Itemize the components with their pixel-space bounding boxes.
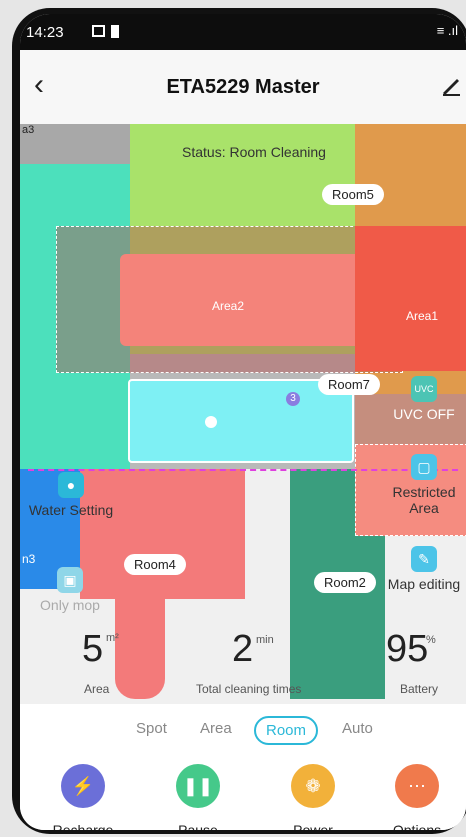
edit-icon[interactable] bbox=[440, 74, 462, 96]
uvc-icon: UVC bbox=[411, 376, 437, 402]
area-label: Area bbox=[84, 682, 110, 696]
only-mop-label: Only mop bbox=[40, 597, 100, 613]
fan-icon: ❁ bbox=[291, 764, 335, 808]
dock-check-icon bbox=[205, 416, 217, 428]
pause-label: Pause bbox=[178, 822, 218, 830]
uvc-label: UVC OFF bbox=[393, 406, 455, 422]
power-button[interactable]: ❁ Power bbox=[268, 764, 358, 830]
pause-icon: ❚❚ bbox=[176, 764, 220, 808]
status-time: 14:23 bbox=[26, 24, 64, 41]
uvc-button[interactable]: UVC UVC OFF bbox=[382, 376, 466, 422]
app-screen: 14:23 ≡ .ıl ‹ ETA5229 Master Area2 Area1 bbox=[20, 14, 466, 830]
cleaning-times-label: Total cleaning times bbox=[196, 682, 302, 696]
cleaning-status: Status: Room Cleaning bbox=[182, 144, 326, 160]
battery-icon bbox=[111, 25, 119, 38]
map-editing-label: Map editing bbox=[387, 576, 461, 592]
restricted-area-icon: ▢ bbox=[411, 454, 437, 480]
room4-lower bbox=[115, 599, 165, 699]
map-editing-button[interactable]: ✎ Map editing bbox=[382, 546, 466, 592]
restricted-area-button[interactable]: ▢ Restricted Area bbox=[382, 454, 466, 516]
area1-label: Area1 bbox=[406, 309, 439, 323]
room4-label[interactable]: Room4 bbox=[124, 554, 186, 575]
control-panel: Spot Area Room Auto ⚡ Recharge ❚❚ Pause … bbox=[20, 704, 466, 830]
recharge-label: Recharge bbox=[52, 822, 114, 830]
cleaning-map[interactable]: Area2 Area1 3 Status: Room Cleaning a3 n… bbox=[20, 124, 466, 704]
room3-mid-label: n3 bbox=[22, 552, 36, 566]
battery-label: Battery bbox=[400, 682, 439, 696]
map-edit-icon: ✎ bbox=[411, 546, 437, 572]
mop-icon: ▣ bbox=[57, 567, 83, 593]
signal-icon: ≡ .ıl bbox=[436, 23, 458, 38]
options-button[interactable]: ⋯ Options bbox=[372, 764, 462, 830]
water-setting-button[interactable]: ● Water Setting bbox=[20, 472, 126, 518]
restricted-area-label: Restricted Area bbox=[392, 484, 456, 516]
room3-top-strip bbox=[20, 124, 130, 164]
room2-label[interactable]: Room2 bbox=[314, 572, 376, 593]
water-setting-label: Water Setting bbox=[28, 502, 114, 518]
area1-zone[interactable] bbox=[355, 226, 466, 371]
page-title: ETA5229 Master bbox=[166, 76, 320, 98]
area-unit: m² bbox=[106, 632, 119, 644]
area2-label: Area2 bbox=[212, 299, 245, 313]
room3-edge-label: a3 bbox=[22, 124, 35, 136]
status-icons bbox=[92, 25, 119, 38]
recharge-button[interactable]: ⚡ Recharge bbox=[38, 764, 128, 830]
options-label: Options bbox=[392, 822, 442, 830]
room5-label[interactable]: Room5 bbox=[322, 184, 384, 205]
cleaning-times-unit: min bbox=[256, 634, 274, 646]
mode-spot[interactable]: Spot bbox=[136, 720, 167, 737]
mode-auto[interactable]: Auto bbox=[342, 720, 373, 737]
water-drop-icon: ● bbox=[58, 472, 84, 498]
plug-icon: ⚡ bbox=[61, 764, 105, 808]
more-icon: ⋯ bbox=[395, 764, 439, 808]
power-label: Power bbox=[293, 822, 333, 830]
mode-area[interactable]: Area bbox=[200, 720, 232, 737]
cleaning-times-value: 2 bbox=[232, 628, 254, 670]
status-bar: 14:23 ≡ .ıl bbox=[20, 14, 466, 50]
header: ‹ ETA5229 Master bbox=[20, 50, 466, 124]
only-mop-button[interactable]: ▣ Only mop bbox=[20, 567, 120, 613]
battery-unit: % bbox=[426, 634, 436, 646]
battery-value: 95 bbox=[386, 628, 429, 670]
mode-room[interactable]: Room bbox=[254, 716, 319, 745]
robot-marker: 3 bbox=[286, 392, 300, 406]
room7-label[interactable]: Room7 bbox=[318, 374, 380, 395]
pause-button[interactable]: ❚❚ Pause bbox=[153, 764, 243, 830]
gallery-icon bbox=[92, 25, 105, 37]
area-value: 5 bbox=[82, 628, 104, 670]
